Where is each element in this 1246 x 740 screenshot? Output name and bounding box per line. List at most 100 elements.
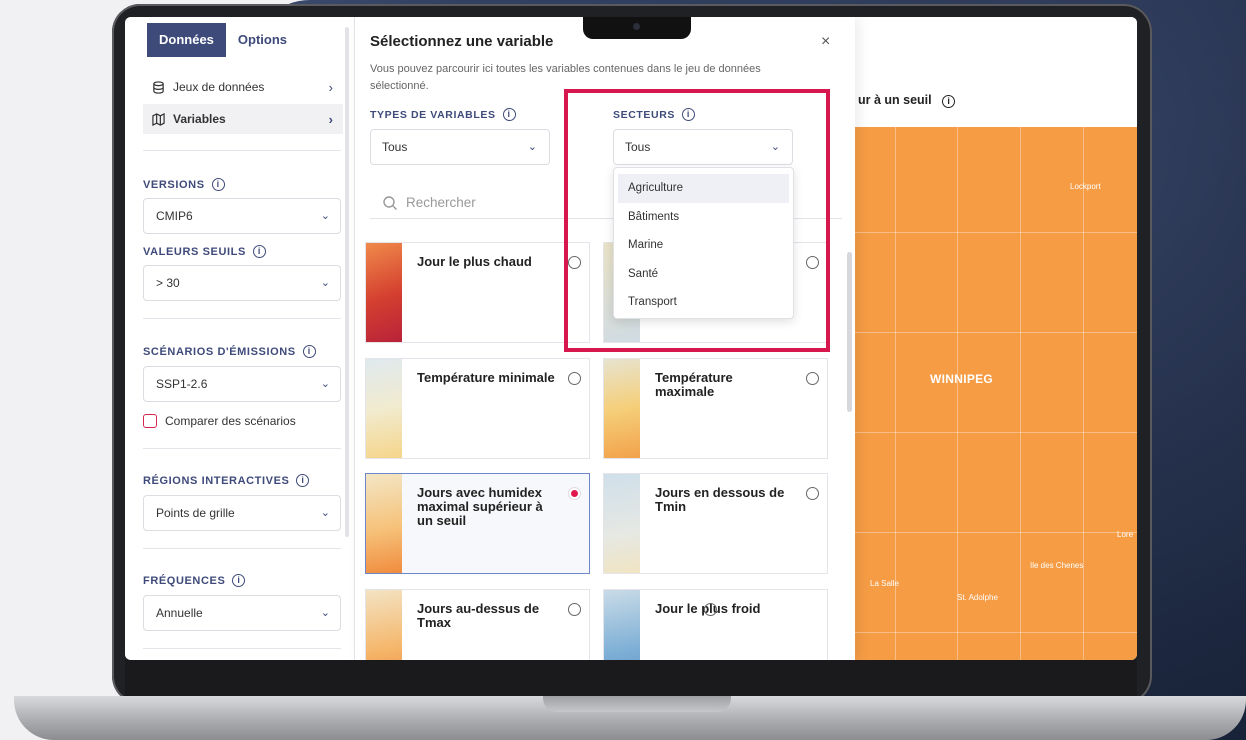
grid-line — [855, 632, 1137, 633]
sidebar-item-datasets[interactable]: Jeux de données › — [143, 72, 343, 102]
radio-button[interactable] — [806, 487, 819, 500]
map-icon — [151, 112, 165, 126]
variable-card[interactable]: Jour le plus froid — [603, 589, 828, 660]
radio-button[interactable] — [806, 372, 819, 385]
grid-line — [855, 432, 1137, 433]
chevron-down-icon: ⌄ — [320, 607, 330, 619]
versions-label-text: VERSIONS — [143, 178, 205, 191]
variable-card[interactable]: Jours en dessous de Tmin — [603, 473, 828, 574]
tab-options[interactable]: Options — [225, 23, 300, 57]
frequences-label: FRÉQUENCES i — [143, 574, 246, 587]
divider — [143, 448, 341, 449]
sidebar-item-label: Variables — [173, 112, 226, 126]
search-input[interactable]: Rechercher — [406, 195, 476, 210]
radio-button[interactable] — [568, 603, 581, 616]
radio-button[interactable] — [704, 603, 717, 616]
modal-scrollbar[interactable] — [847, 252, 852, 412]
grid-line — [1020, 127, 1021, 660]
variable-thumbnail — [604, 359, 640, 458]
info-icon[interactable]: i — [942, 95, 956, 108]
grid-line — [855, 232, 1137, 233]
grid-line — [855, 532, 1137, 533]
versions-value: CMIP6 — [156, 209, 193, 223]
radio-button-selected[interactable] — [568, 487, 581, 500]
chevron-down-icon: ⌄ — [527, 141, 537, 153]
variable-thumbnail — [366, 590, 402, 660]
scenarios-select[interactable]: SSP1-2.6 ⌄ — [143, 366, 341, 402]
regions-value: Points de grille — [156, 506, 235, 520]
tab-donnees[interactable]: Données — [147, 23, 226, 57]
divider — [143, 648, 341, 649]
divider — [143, 150, 341, 151]
variable-card[interactable]: Température minimale — [365, 358, 590, 459]
versions-select[interactable]: CMIP6 ⌄ — [143, 198, 341, 234]
scenarios-value: SSP1-2.6 — [156, 377, 208, 391]
variable-thumbnail — [366, 474, 402, 573]
map[interactable]: Lockport La Salle St. Adolphe Ile des Ch… — [855, 127, 1137, 660]
variable-card[interactable]: Jour le plus chaud — [365, 242, 590, 343]
variable-card[interactable]: Température maximale — [603, 358, 828, 459]
sidebar-scrollbar[interactable] — [345, 27, 349, 537]
highlight-outline — [564, 89, 830, 352]
compare-checkbox[interactable] — [143, 414, 157, 428]
map-label: Lockport — [1070, 182, 1101, 191]
grid-line — [1083, 127, 1084, 660]
chevron-down-icon: ⌄ — [320, 277, 330, 289]
variable-card[interactable]: Jours au-dessus de Tmax — [365, 589, 590, 660]
frequences-value: Annuelle — [156, 606, 203, 620]
variable-card-selected[interactable]: Jours avec humidex maximal supérieur à u… — [365, 473, 590, 574]
regions-label-text: RÉGIONS INTERACTIVES — [143, 474, 290, 487]
card-title: Jour le plus chaud — [417, 254, 532, 269]
grid-line — [855, 332, 1137, 333]
scenarios-label-text: SCÉNARIOS D'ÉMISSIONS — [143, 345, 296, 358]
info-icon[interactable]: i — [302, 345, 316, 358]
card-title: Jours en dessous de Tmin — [655, 485, 785, 514]
divider — [143, 318, 341, 319]
sidebar: Données Options Jeux de données › Variab… — [125, 17, 355, 660]
map-title: ur à un seuil i — [858, 93, 956, 108]
chevron-right-icon: › — [328, 111, 333, 127]
types-value: Tous — [382, 140, 408, 154]
info-icon[interactable]: i — [296, 474, 310, 487]
chevron-down-icon: ⌄ — [320, 507, 330, 519]
modal-title: Sélectionnez une variable — [370, 33, 554, 50]
divider — [143, 548, 341, 549]
types-select[interactable]: Tous ⌄ — [370, 129, 550, 165]
info-icon[interactable]: i — [211, 178, 225, 191]
map-city-label: WINNIPEG — [930, 372, 994, 386]
sidebar-item-variables[interactable]: Variables › — [143, 104, 343, 134]
seuils-value: > 30 — [156, 276, 180, 290]
map-label: Lore — [1117, 530, 1134, 539]
variable-thumbnail — [366, 359, 402, 458]
sidebar-tabs: Données Options — [147, 23, 300, 57]
frequences-label-text: FRÉQUENCES — [143, 574, 226, 587]
database-icon — [151, 80, 165, 94]
types-label-text: TYPES DE VARIABLES — [370, 108, 496, 121]
map-label: St. Adolphe — [957, 593, 998, 602]
chevron-right-icon: › — [328, 79, 333, 95]
map-label: La Salle — [870, 579, 899, 588]
seuils-label-text: VALEURS SEUILS — [143, 245, 246, 258]
chevron-down-icon: ⌄ — [320, 210, 330, 222]
close-icon[interactable]: × — [821, 33, 830, 51]
info-icon[interactable]: i — [252, 245, 266, 258]
info-icon[interactable]: i — [232, 574, 246, 587]
laptop-chin — [125, 660, 1137, 700]
card-title: Jours avec humidex maximal supérieur à u… — [417, 485, 543, 528]
radio-button[interactable] — [568, 372, 581, 385]
seuils-select[interactable]: > 30 ⌄ — [143, 265, 341, 301]
card-title: Température minimale — [417, 370, 555, 385]
compare-scenarios-row[interactable]: Comparer des scénarios — [143, 414, 296, 428]
camera-notch — [583, 17, 691, 39]
variable-thumbnail — [604, 474, 640, 573]
variable-thumbnail — [366, 243, 402, 342]
frequences-select[interactable]: Annuelle ⌄ — [143, 595, 341, 631]
map-title-text: ur à un seuil — [858, 93, 932, 107]
variable-thumbnail — [604, 590, 640, 660]
types-label: TYPES DE VARIABLES i — [370, 108, 516, 121]
regions-label: RÉGIONS INTERACTIVES i — [143, 474, 310, 487]
info-icon[interactable]: i — [502, 108, 516, 121]
camera-icon — [633, 23, 640, 30]
regions-select[interactable]: Points de grille ⌄ — [143, 495, 341, 531]
map-header — [855, 17, 1137, 127]
